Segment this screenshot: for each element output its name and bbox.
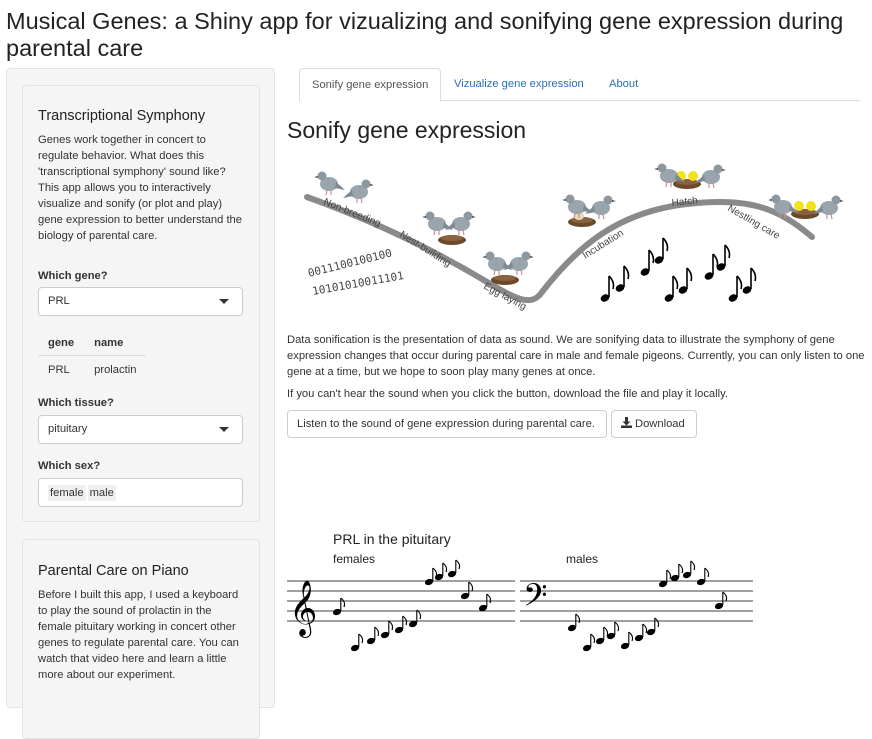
stage-label: Nest-building [397, 229, 452, 269]
download-label: Download [635, 418, 685, 430]
gene-select-value: PRL [48, 295, 70, 307]
sonification-description: Data sonification is the presentation of… [287, 334, 865, 378]
sex-tag-female[interactable]: female [48, 485, 86, 501]
chevron-down-icon [219, 427, 229, 432]
nest-icon [491, 275, 519, 285]
table-header-name: name [84, 332, 147, 356]
tab-about[interactable]: About [597, 68, 650, 101]
tab-vizualize[interactable]: Vizualize gene expression [442, 68, 596, 101]
pigeon-icon [502, 250, 535, 276]
female-notes [331, 559, 492, 653]
pigeon-icon [584, 194, 617, 220]
listen-button[interactable]: Listen to the sound of gene expression d… [287, 410, 607, 438]
bass-clef-icon: 𝄢 [523, 577, 547, 621]
chick-icon [794, 201, 804, 211]
sex-tag-male[interactable]: male [87, 485, 116, 501]
page-title: Sonify gene expression [287, 117, 527, 143]
chick-icon [806, 201, 816, 211]
music-notes-icon [598, 237, 757, 304]
male-notes [566, 560, 728, 653]
panel-text: Before I built this app, I used a keyboa… [38, 589, 239, 681]
treble-clef-icon: 𝄞 [289, 580, 317, 638]
piano-panel: Parental Care on Piano Before I built th… [22, 539, 260, 739]
sidebar: Transcriptional Symphony Genes work toge… [6, 68, 275, 739]
download-button[interactable]: Download [611, 410, 697, 438]
panel-heading: Transcriptional Symphony [38, 108, 206, 124]
pigeon-icon [313, 170, 346, 196]
stage-label: Non-breeding [322, 197, 382, 230]
pigeon-icon [444, 210, 477, 236]
gene-select-label: Which gene? [38, 270, 108, 282]
app-title: Musical Genes: a Shiny app for vizualizi… [6, 8, 844, 61]
female-staff [287, 580, 515, 622]
gene-select[interactable]: PRL [38, 287, 243, 316]
download-hint: If you can't hear the sound when you cli… [287, 388, 728, 400]
table-cell-name: prolactin [94, 364, 137, 376]
sex-select-label: Which sex? [38, 460, 101, 472]
table-cell-gene: PRL [48, 364, 70, 376]
pigeon-icon [342, 178, 375, 204]
stage-label: Hatch [671, 195, 698, 209]
music-score: 𝄞 𝄢 [287, 559, 753, 653]
tab-bar: Sonify gene expression Vizualize gene ex… [299, 68, 860, 102]
chick-icon [688, 171, 698, 181]
chevron-down-icon [219, 299, 229, 304]
pigeon-icon [421, 210, 454, 236]
gene-table: gene name PRL prolactin [38, 332, 147, 381]
nest-icon [438, 235, 466, 245]
sex-multiselect[interactable]: female male [38, 478, 243, 507]
pigeon-icon [481, 250, 514, 276]
symphony-panel: Transcriptional Symphony Genes work toge… [22, 85, 260, 522]
table-row: PRL prolactin [38, 356, 146, 381]
male-staff [520, 580, 753, 622]
download-icon [621, 417, 632, 428]
tab-sonify[interactable]: Sonify gene expression [299, 68, 442, 102]
parental-care-illustration: Non-breeding Nest-building Egg laying In… [304, 162, 845, 312]
panel-heading: Parental Care on Piano [38, 563, 189, 579]
table-header-gene: gene [38, 332, 85, 356]
tissue-select-label: Which tissue? [38, 397, 114, 409]
nest-icon [673, 179, 701, 189]
panel-text: Genes work together in concert to regula… [38, 134, 243, 242]
tissue-select-value: pituitary [48, 423, 88, 435]
tissue-select[interactable]: pituitary [38, 415, 243, 444]
